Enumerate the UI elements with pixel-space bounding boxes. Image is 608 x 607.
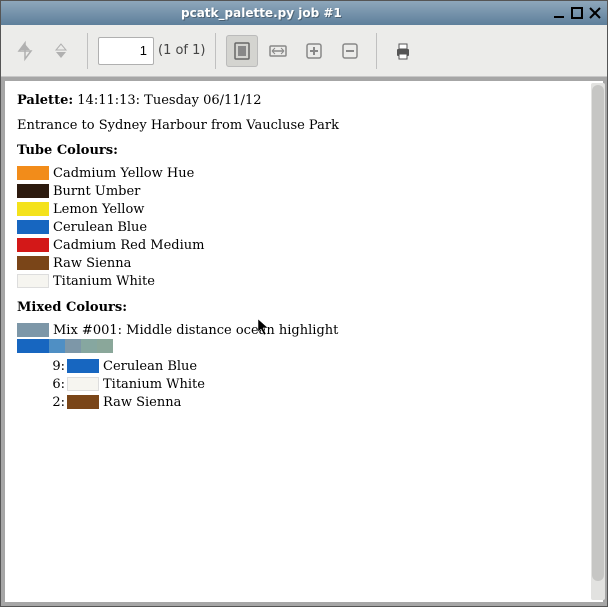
mixed-colours-heading: Mixed Colours: (17, 300, 591, 315)
colour-name: Cadmium Red Medium (53, 238, 204, 253)
colour-name: Cadmium Yellow Hue (53, 166, 194, 181)
colour-name: Cerulean Blue (53, 220, 147, 235)
mix-swatch (17, 323, 49, 337)
colour-name: Burnt Umber (53, 184, 140, 199)
component-name: Raw Sienna (103, 395, 181, 410)
gradient-stop (17, 339, 49, 353)
component-ratio: 6: (17, 377, 67, 392)
prev-page-button[interactable] (9, 35, 41, 67)
tube-colour-row: Lemon Yellow (17, 200, 591, 218)
component-ratio: 2: (17, 395, 67, 410)
document-viewport: Palette: 14:11:13: Tuesday 06/11/12 Entr… (1, 77, 607, 606)
component-swatch (67, 359, 99, 373)
tube-colour-row: Cadmium Red Medium (17, 236, 591, 254)
window-controls (551, 5, 607, 21)
mix-gradient (17, 339, 591, 353)
window-root: pcatk_palette.py job #1 (1 of 1) (0, 0, 608, 607)
zoom-out-button[interactable] (334, 35, 366, 67)
close-button[interactable] (587, 5, 603, 21)
palette-label: Palette: (17, 93, 73, 108)
mix-component-row: 6: Titanium White (17, 375, 591, 393)
component-ratio: 9: (17, 359, 67, 374)
tube-colour-row: Cerulean Blue (17, 218, 591, 236)
fit-page-button[interactable] (226, 35, 258, 67)
window-title: pcatk_palette.py job #1 (181, 6, 342, 20)
tube-colours-heading: Tube Colours: (17, 143, 591, 158)
gradient-stop (49, 339, 65, 353)
gradient-stop (97, 339, 113, 353)
colour-swatch (17, 238, 49, 252)
mix-component-row: 9: Cerulean Blue (17, 357, 591, 375)
minimize-button[interactable] (551, 5, 567, 21)
component-swatch (67, 395, 99, 409)
mix-components-list: 9: Cerulean Blue 6: Titanium White 2: Raw Sie… (17, 357, 591, 411)
palette-header: Palette: 14:11:13: Tuesday 06/11/12 (17, 93, 591, 108)
component-swatch (67, 377, 99, 391)
palette-description: Entrance to Sydney Harbour from Vaucluse… (17, 118, 591, 133)
component-name: Titanium White (103, 377, 205, 392)
maximize-button[interactable] (569, 5, 585, 21)
gradient-stop (65, 339, 81, 353)
next-page-button[interactable] (45, 35, 77, 67)
fit-width-button[interactable] (262, 35, 294, 67)
tube-colours-list: Cadmium Yellow Hue Burnt Umber Lemon Yello… (17, 164, 591, 290)
vertical-scrollbar[interactable] (591, 83, 605, 600)
document-page: Palette: 14:11:13: Tuesday 06/11/12 Entr… (5, 81, 603, 602)
colour-swatch (17, 202, 49, 216)
mix-component-row: 2: Raw Sienna (17, 393, 591, 411)
tube-colour-row: Burnt Umber (17, 182, 591, 200)
colour-swatch (17, 274, 49, 288)
colour-name: Titanium White (53, 274, 155, 289)
colour-name: Raw Sienna (53, 256, 131, 271)
zoom-in-button[interactable] (298, 35, 330, 67)
tube-colour-row: Raw Sienna (17, 254, 591, 272)
page-count-label: (1 of 1) (158, 43, 205, 58)
colour-swatch (17, 166, 49, 180)
page-number-input[interactable] (98, 37, 154, 65)
tube-colour-row: Titanium White (17, 272, 591, 290)
tube-colour-row: Cadmium Yellow Hue (17, 164, 591, 182)
toolbar: (1 of 1) (1, 25, 607, 77)
gradient-stop (81, 339, 97, 353)
palette-timestamp: 14:11:13: Tuesday 06/11/12 (77, 93, 261, 108)
colour-swatch (17, 220, 49, 234)
colour-swatch (17, 184, 49, 198)
colour-name: Lemon Yellow (53, 202, 144, 217)
colour-swatch (17, 256, 49, 270)
titlebar: pcatk_palette.py job #1 (1, 1, 607, 25)
scrollbar-thumb[interactable] (592, 85, 604, 581)
component-name: Cerulean Blue (103, 359, 197, 374)
print-button[interactable] (387, 35, 419, 67)
mix-label: Mix #001: Middle distance ocean highligh… (53, 323, 338, 338)
mix-header-row: Mix #001: Middle distance ocean highligh… (17, 321, 591, 339)
